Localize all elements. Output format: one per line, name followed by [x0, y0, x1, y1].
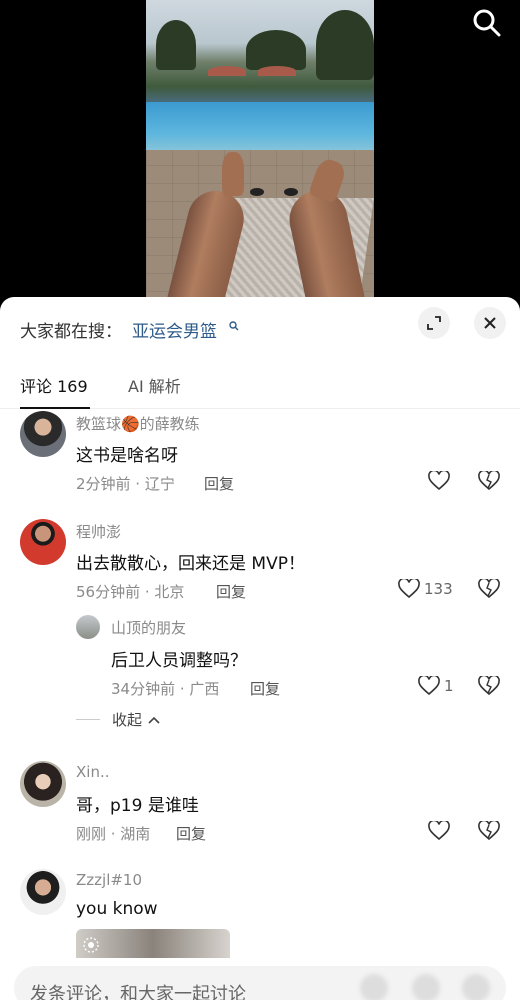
emoji-icon[interactable]	[462, 974, 490, 1000]
reply-button[interactable]: 回复	[204, 473, 234, 494]
close-button[interactable]	[474, 307, 506, 339]
like-count: 133	[424, 580, 453, 598]
avatar[interactable]	[20, 869, 66, 915]
avatar[interactable]	[20, 519, 66, 565]
broken-heart-icon[interactable]	[478, 676, 500, 696]
live-photo-icon	[83, 937, 99, 953]
close-icon	[484, 317, 496, 329]
sheet-header: 大家都在搜： 亚运会男篮	[0, 297, 520, 357]
expand-button[interactable]	[418, 307, 450, 339]
reply-button[interactable]: 回复	[250, 678, 280, 699]
heart-icon[interactable]	[428, 821, 450, 841]
tab-comments[interactable]: 评论 169	[20, 373, 88, 397]
video-player[interactable]	[0, 0, 520, 310]
comment-sheet: 大家都在搜： 亚运会男篮 评论 169 AI 解析 教篮球🏀的薛教练 这书是啥名…	[0, 297, 520, 1000]
comment-author[interactable]: Zzzjl#10	[76, 871, 142, 889]
like-count: 1	[444, 677, 454, 695]
small-search-icon	[229, 321, 239, 331]
avatar[interactable]	[76, 615, 100, 639]
at-icon[interactable]	[412, 974, 440, 1000]
heart-icon	[398, 579, 420, 599]
comment-meta: 刚刚 · 湖南	[76, 825, 151, 843]
search-hint-label: 大家都在搜：	[20, 322, 122, 342]
comment-author[interactable]: 教篮球🏀的薛教练	[76, 413, 200, 434]
search-hint-keyword[interactable]: 亚运会男篮	[132, 317, 217, 342]
reply-author[interactable]: 山顶的朋友	[111, 617, 186, 638]
reply-text: 后卫人员调整吗？	[111, 651, 247, 671]
reply-button[interactable]: 回复	[216, 581, 246, 602]
comment-meta: 2分钟前 · 辽宁	[76, 475, 175, 493]
reply-button[interactable]: 回复	[176, 823, 206, 844]
comment-text: 出去散散心，回来还是 MVP！	[76, 554, 305, 574]
composer-bar: 发条评论，和大家一起讨论	[0, 958, 520, 1000]
comment-text: you know	[76, 899, 158, 919]
broken-heart-icon[interactable]	[478, 821, 500, 841]
chevron-up-icon	[148, 716, 160, 724]
comment-input-placeholder: 发条评论，和大家一起讨论	[30, 984, 246, 1000]
heart-icon	[418, 676, 440, 696]
search-icon[interactable]	[472, 8, 502, 38]
comment-text: 哥，p19 是谁哇	[76, 796, 199, 816]
comment-meta: 56分钟前 · 北京	[76, 583, 185, 601]
heart-icon[interactable]	[428, 471, 450, 491]
video-frame	[146, 0, 374, 310]
avatar[interactable]	[20, 761, 66, 807]
comment-image[interactable]	[76, 929, 230, 959]
collapse-divider	[76, 719, 100, 720]
reply-meta: 34分钟前 · 广西	[111, 680, 220, 698]
like-button[interactable]: 133	[398, 579, 453, 599]
expand-icon	[427, 316, 441, 330]
broken-heart-icon[interactable]	[478, 471, 500, 491]
image-icon[interactable]	[360, 974, 388, 1000]
comment-text: 这书是啥名呀	[76, 446, 178, 466]
like-button[interactable]: 1	[418, 676, 454, 696]
comment-list: 教篮球🏀的薛教练 这书是啥名呀 2分钟前 · 辽宁 回复 程帅澎 出去散散心，回…	[0, 409, 520, 959]
comment-author[interactable]: 程帅澎	[76, 521, 121, 542]
comment-tabs: 评论 169 AI 解析	[0, 361, 520, 409]
tab-ai-analysis[interactable]: AI 解析	[128, 373, 181, 397]
collapse-label: 收起	[112, 711, 143, 729]
avatar[interactable]	[20, 411, 66, 457]
comment-author[interactable]: Xin..	[76, 763, 110, 781]
broken-heart-icon[interactable]	[478, 579, 500, 599]
collapse-replies-button[interactable]: 收起	[76, 709, 160, 730]
